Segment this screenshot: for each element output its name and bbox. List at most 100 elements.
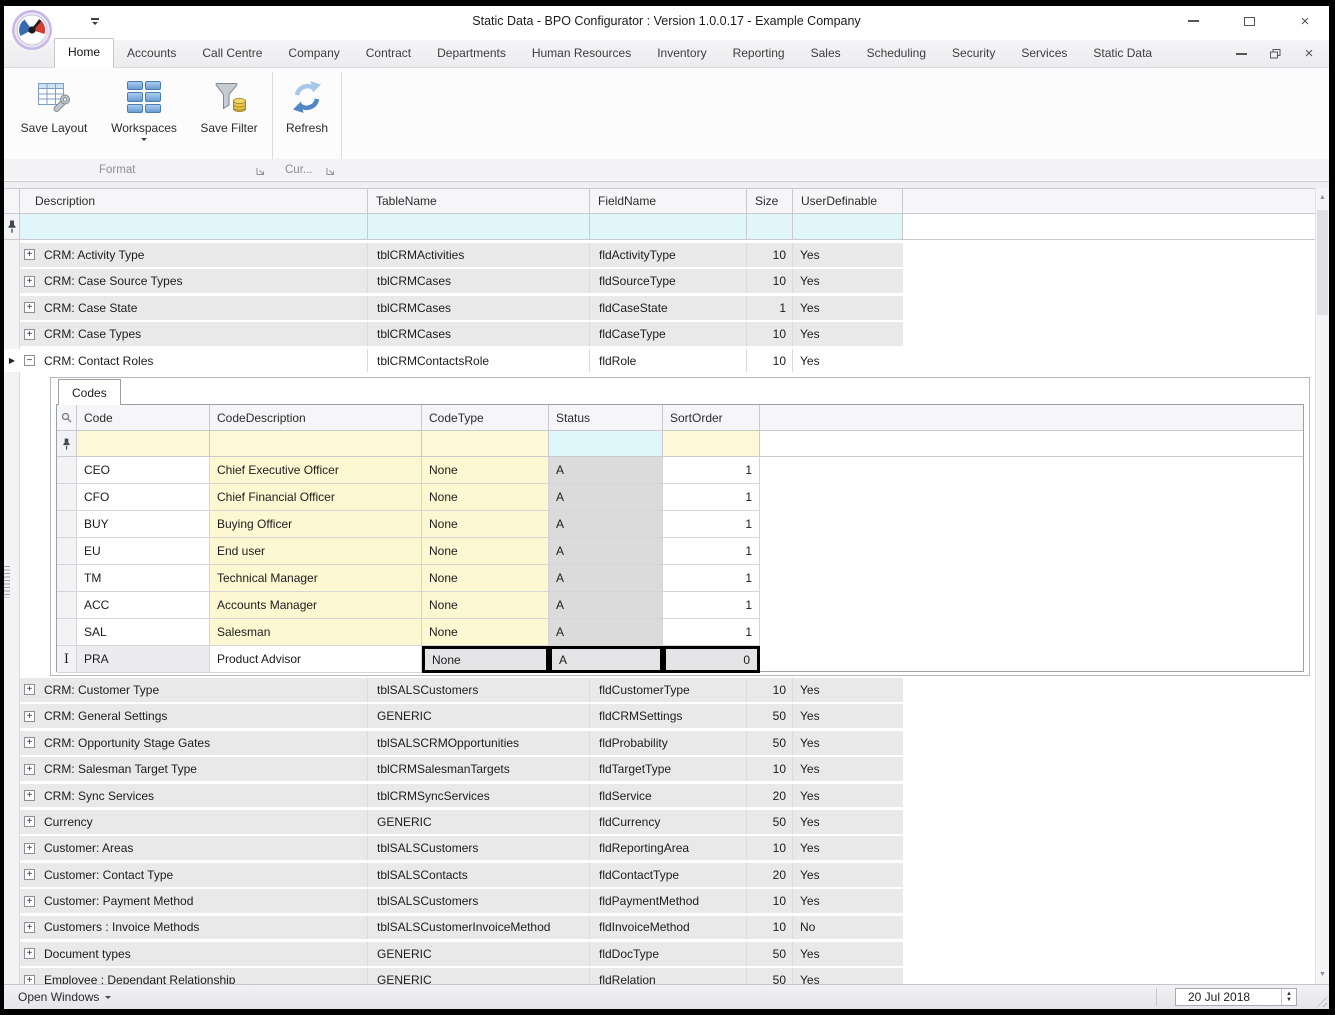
table-row[interactable]: +CRM: Sync ServicestblCRMSyncServicesfld… [4,783,1315,809]
table-name-cell[interactable]: GENERIC [368,942,590,966]
table-name-cell[interactable]: tblSALSCustomers [368,889,590,913]
description-cell[interactable]: +CRM: General Settings [20,704,368,728]
column-header-description[interactable]: Description [20,189,368,213]
table-row[interactable]: +Employee : Dependant RelationshipGENERI… [4,967,1315,984]
size-cell[interactable]: 10 [747,349,793,373]
sort-order-cell[interactable]: 1 [663,484,760,511]
table-name-cell[interactable]: tblSALSCustomerInvoiceMethod [368,916,590,940]
table-name-cell[interactable]: tblCRMActivities [368,243,590,267]
code-cell[interactable]: CFO [77,484,210,511]
tab-sales[interactable]: Sales [798,40,854,67]
table-name-cell[interactable]: tblSALSContacts [368,863,590,887]
tab-human-resources[interactable]: Human Resources [519,40,644,67]
user-definable-cell[interactable]: No [793,916,903,940]
expand-icon[interactable]: + [24,302,35,313]
code-description-cell[interactable]: Buying Officer [210,511,422,538]
filter-input-sortorder[interactable] [663,431,760,456]
filter-input-codedescription[interactable] [210,431,422,456]
spinner-down-icon[interactable]: ▼ [1286,997,1292,1003]
collapse-icon[interactable]: − [24,355,35,366]
description-cell[interactable]: +CRM: Case State [20,296,368,320]
field-name-cell[interactable]: fldCRMSettings [590,704,747,728]
size-cell[interactable]: 10 [747,269,793,293]
filter-input-codetype[interactable] [422,431,549,456]
code-type-cell[interactable]: None [422,457,549,484]
size-cell[interactable]: 50 [747,704,793,728]
table-row[interactable]: +CurrencyGENERICfldCurrency50Yes [4,809,1315,835]
description-cell[interactable]: −CRM: Contact Roles [20,349,368,373]
codes-row[interactable]: CEOChief Executive OfficerNoneA1 [57,457,1303,484]
user-definable-cell[interactable]: Yes [793,296,903,320]
scrollbar-up-icon[interactable]: ▲ [1316,190,1329,205]
tab-reporting[interactable]: Reporting [720,40,798,67]
expand-icon[interactable]: + [24,329,35,340]
table-name-cell[interactable]: tblSALSCustomers [368,678,590,702]
format-group-launcher-icon[interactable] [256,167,265,176]
code-description-cell[interactable]: Product Advisor [210,646,422,673]
table-name-cell[interactable]: tblCRMCases [368,322,590,346]
code-description-cell[interactable]: Accounts Manager [210,592,422,619]
table-row[interactable]: +Document typesGENERICfldDocType50Yes [4,941,1315,967]
scrollbar-thumb[interactable] [1317,210,1328,315]
description-cell[interactable]: +CRM: Opportunity Stage Gates [20,731,368,755]
sort-order-cell[interactable]: 1 [663,592,760,619]
status-cell[interactable]: A [549,619,663,646]
status-cell[interactable]: A [549,457,663,484]
table-name-cell[interactable]: tblCRMCases [368,269,590,293]
tab-services[interactable]: Services [1008,40,1080,67]
mdi-minimize-icon[interactable] [1233,45,1249,63]
open-windows-button[interactable]: Open Windows [18,990,111,1004]
description-cell[interactable]: +CRM: Case Source Types [20,269,368,293]
field-name-cell[interactable]: fldCaseState [590,296,747,320]
sort-order-cell[interactable]: 0 [663,646,760,673]
expand-icon[interactable]: + [24,869,35,880]
user-definable-cell[interactable]: Yes [793,757,903,781]
column-header-codedescription[interactable]: CodeDescription [210,405,422,430]
size-cell[interactable]: 10 [747,322,793,346]
tab-company[interactable]: Company [275,40,352,67]
code-description-cell[interactable]: End user [210,538,422,565]
user-definable-cell[interactable]: Yes [793,678,903,702]
field-name-cell[interactable]: fldTargetType [590,757,747,781]
code-cell[interactable]: ACC [77,592,210,619]
expand-icon[interactable]: + [24,249,35,260]
filter-input-userdefinable[interactable] [793,214,903,239]
expand-icon[interactable]: + [24,975,35,984]
save-layout-button[interactable]: Save Layout [8,72,100,158]
size-cell[interactable]: 20 [747,784,793,808]
sort-order-cell[interactable]: 1 [663,619,760,646]
description-cell[interactable]: +Document types [20,942,368,966]
size-cell[interactable]: 50 [747,968,793,984]
close-button[interactable]: × [1295,12,1315,30]
filter-input-tablename[interactable] [368,214,590,239]
sort-order-cell[interactable]: 1 [663,511,760,538]
size-cell[interactable]: 50 [747,731,793,755]
field-name-cell[interactable]: fldReportingArea [590,836,747,860]
description-cell[interactable]: +Customer: Payment Method [20,889,368,913]
field-name-cell[interactable]: fldRole [590,349,747,373]
column-header-size[interactable]: Size [747,189,793,213]
tab-inventory[interactable]: Inventory [644,40,719,67]
description-cell[interactable]: +CRM: Activity Type [20,243,368,267]
codes-row[interactable]: SALSalesmanNoneA1 [57,619,1303,646]
code-type-cell[interactable]: None [422,619,549,646]
status-cell[interactable]: A [549,592,663,619]
user-definable-cell[interactable]: Yes [793,784,903,808]
description-cell[interactable]: +Employee : Dependant Relationship [20,968,368,984]
user-definable-cell[interactable]: Yes [793,704,903,728]
filter-input-description[interactable] [20,214,368,239]
filter-input-fieldname[interactable] [590,214,747,239]
expand-icon[interactable]: + [24,948,35,959]
field-name-cell[interactable]: fldRelation [590,968,747,984]
filter-input-code[interactable] [77,431,210,456]
description-cell[interactable]: +Customer: Areas [20,836,368,860]
table-row[interactable]: +CRM: Opportunity Stage GatestblSALSCRMO… [4,730,1315,756]
expand-icon[interactable]: + [24,922,35,933]
expand-icon[interactable]: + [24,711,35,722]
status-cell[interactable]: A [549,646,663,673]
code-type-cell[interactable]: None [422,592,549,619]
column-header-sortorder[interactable]: SortOrder [663,405,760,430]
tab-home[interactable]: Home [54,38,114,68]
size-cell[interactable]: 10 [747,243,793,267]
expand-icon[interactable]: + [24,276,35,287]
